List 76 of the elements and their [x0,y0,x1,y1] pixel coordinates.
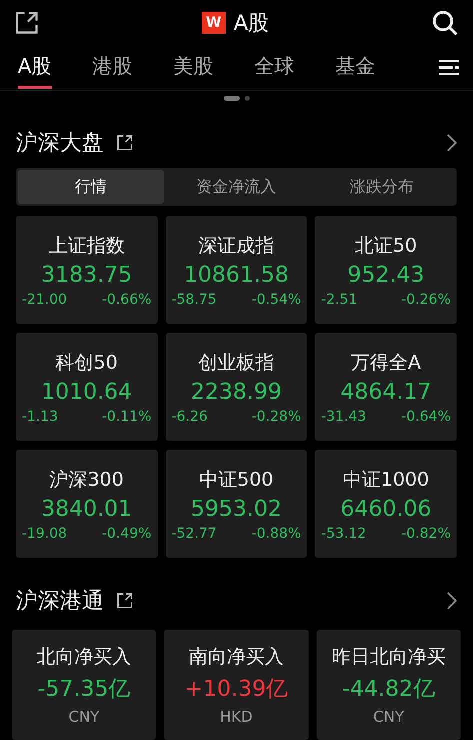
menu-icon[interactable] [439,59,459,77]
index-name: 科创50 [56,350,118,376]
index-name: 创业板指 [198,350,274,376]
flow-name: 北向净买入 [36,645,132,670]
flow-value: +10.39亿 [184,676,288,704]
external-link-icon[interactable] [116,134,134,152]
flow-value: -44.82亿 [342,676,436,704]
section-title: 沪深港通 [16,588,104,616]
app-logo: W [202,12,226,34]
index-value: 952.43 [348,262,425,288]
page-title: A股 [234,10,270,37]
external-link-icon[interactable] [116,592,134,610]
index-card[interactable]: 创业板指 2238.99 -6.26 -0.28% [166,333,308,441]
index-change: -19.08 [22,526,68,542]
index-name: 上证指数 [48,234,125,258]
index-card[interactable]: 科创50 1010.64 -1.13 -0.11% [16,333,158,441]
index-name: 沪深300 [50,468,124,492]
index-change: -2.51 [321,292,358,308]
segment-tab[interactable]: 资金净流入 [164,170,310,204]
index-value: 5953.02 [191,496,282,522]
index-percent: -0.66% [102,292,152,308]
index-percent: -0.49% [102,526,152,542]
market-tab[interactable]: A股 [18,47,52,89]
section-title: 沪深大盘 [16,130,104,158]
flow-currency: HKD [220,708,253,726]
chevron-right-icon[interactable] [447,134,457,152]
chevron-right-icon[interactable] [447,592,457,610]
flow-currency: CNY [373,708,404,726]
market-tab[interactable]: 全球 [254,47,295,89]
index-value: 10861.58 [184,262,289,288]
index-name: 万得全A [351,350,422,376]
index-percent: -0.11% [102,408,152,424]
index-value: 4864.17 [340,380,432,404]
index-change: -52.77 [172,526,217,542]
index-percent: -0.88% [252,526,302,542]
flow-card[interactable]: 昨日北向净买 -44.82亿 CNY [316,630,461,740]
index-percent: -0.64% [401,408,451,424]
index-percent: -0.26% [401,292,451,308]
market-tab[interactable]: 港股 [92,47,133,89]
index-value: 6460.06 [340,496,432,522]
index-value: 3840.01 [41,496,132,522]
index-change: -53.12 [321,526,366,542]
index-percent: -0.54% [252,292,302,308]
index-card[interactable]: 上证指数 3183.75 -21.00 -0.66% [16,216,158,324]
index-card[interactable]: 沪深300 3840.01 -19.08 -0.49% [16,450,158,558]
flow-currency: CNY [68,708,100,726]
index-card[interactable]: 深证成指 10861.58 -58.75 -0.54% [166,216,308,324]
market-tab[interactable]: 美股 [174,47,214,89]
index-value: 3183.75 [41,262,132,288]
segment-tab[interactable]: 行情 [18,170,164,204]
index-name: 中证1000 [342,468,430,492]
index-card[interactable]: 北证50 952.43 -2.51 -0.26% [315,216,457,324]
index-name: 北证50 [355,234,418,258]
index-name: 深证成指 [198,234,274,258]
index-change: -1.13 [22,408,58,424]
index-change: -31.43 [321,408,366,424]
flow-name: 南向净买入 [188,645,284,670]
index-change: -21.00 [22,292,68,308]
index-value: 2238.99 [191,380,282,404]
segment-tab[interactable]: 涨跌分布 [309,170,456,204]
index-change: -58.75 [172,292,217,308]
search-icon[interactable] [431,9,459,37]
flow-name: 昨日北向净买 [332,645,446,670]
flow-card[interactable]: 北向净买入 -57.35亿 CNY [12,630,156,740]
index-card[interactable]: 万得全A 4864.17 -31.43 -0.64% [315,333,457,441]
index-percent: -0.28% [252,408,302,424]
market-tab[interactable]: 基金 [336,47,376,89]
flow-value: -57.35亿 [38,676,131,704]
flow-card[interactable]: 南向净买入 +10.39亿 HKD [164,630,309,740]
index-name: 中证500 [199,468,274,492]
index-percent: -0.82% [401,526,451,542]
index-change: -6.26 [172,408,208,424]
index-card[interactable]: 中证500 5953.02 -52.77 -0.88% [166,450,308,558]
share-icon[interactable] [14,10,40,36]
index-value: 1010.64 [41,380,132,404]
index-card[interactable]: 中证1000 6460.06 -53.12 -0.82% [315,450,457,558]
